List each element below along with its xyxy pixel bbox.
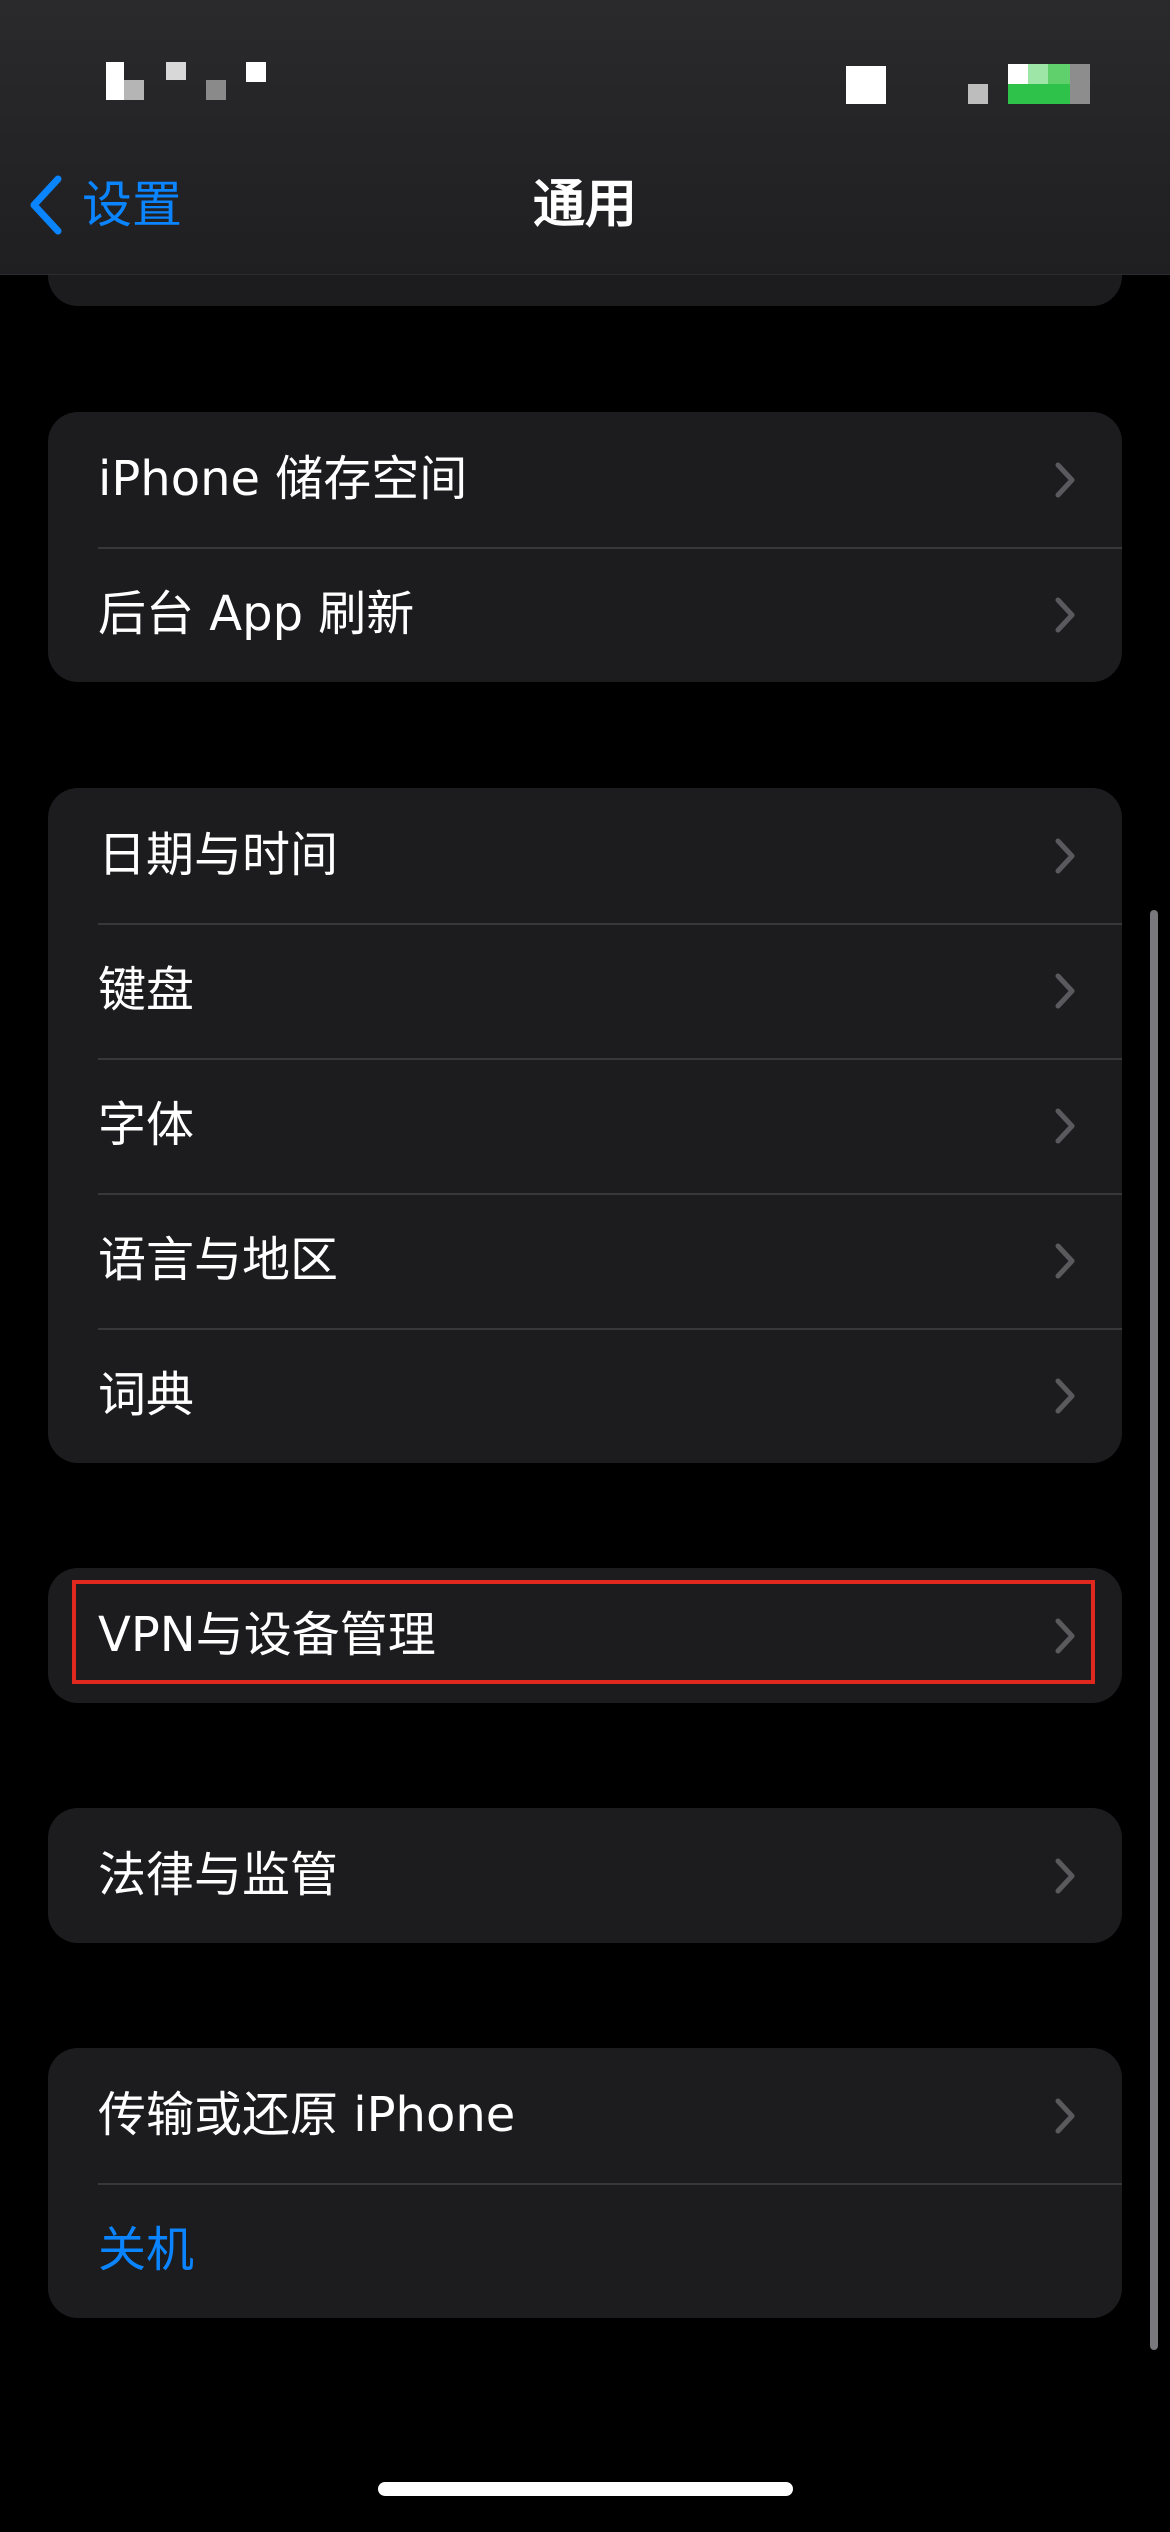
status-bar xyxy=(0,0,1170,150)
chevron-right-icon xyxy=(1055,2098,1075,2133)
chevron-right-icon xyxy=(1055,838,1075,873)
status-time-redacted xyxy=(206,80,226,100)
chevron-right-icon xyxy=(1055,1858,1075,1893)
row-label: 键盘 xyxy=(98,962,195,1018)
row-label: 字体 xyxy=(98,1097,195,1153)
chevron-right-icon xyxy=(1055,462,1075,497)
settings-group-reset: 传输或还原 iPhone 关机 xyxy=(48,2048,1122,2318)
navigation-bar: 设置 通用 xyxy=(0,0,1170,275)
status-time-redacted xyxy=(166,62,186,80)
row-transfer-reset-iphone[interactable]: 传输或还原 iPhone xyxy=(48,2048,1122,2183)
settings-group-legal: 法律与监管 xyxy=(48,1808,1122,1943)
row-label: iPhone 储存空间 xyxy=(98,451,468,507)
status-time-redacted xyxy=(124,80,144,100)
chevron-right-icon xyxy=(1055,597,1075,632)
settings-group-storage: iPhone 储存空间 后台 App 刷新 xyxy=(48,412,1122,682)
row-label: 法律与监管 xyxy=(98,1847,339,1903)
row-label: 关机 xyxy=(98,2222,195,2278)
row-date-time[interactable]: 日期与时间 xyxy=(48,788,1122,923)
chevron-right-icon xyxy=(1055,1378,1075,1413)
row-label: 日期与时间 xyxy=(98,827,339,883)
shut-down-button[interactable]: 关机 xyxy=(48,2183,1122,2318)
battery-icon xyxy=(1008,64,1090,104)
status-time-redacted xyxy=(106,62,124,100)
status-indicator-redacted xyxy=(846,66,886,104)
row-label: 后台 App 刷新 xyxy=(98,586,415,642)
chevron-right-icon xyxy=(1055,1243,1075,1278)
settings-group-vpn: VPN与设备管理 xyxy=(48,1568,1122,1703)
chevron-right-icon xyxy=(1055,1108,1075,1143)
settings-group-locale: 日期与时间 键盘 字体 语言与地区 词典 xyxy=(48,788,1122,1463)
row-label: 传输或还原 iPhone xyxy=(98,2087,516,2143)
row-vpn-device-management[interactable]: VPN与设备管理 xyxy=(48,1568,1122,1703)
chevron-right-icon xyxy=(1055,1618,1075,1653)
row-dictionary[interactable]: 词典 xyxy=(48,1328,1122,1463)
row-background-app-refresh[interactable]: 后台 App 刷新 xyxy=(48,547,1122,682)
scrollbar[interactable] xyxy=(1150,910,1158,2350)
row-label: 词典 xyxy=(98,1367,195,1423)
row-legal-regulatory[interactable]: 法律与监管 xyxy=(48,1808,1122,1943)
row-label: 语言与地区 xyxy=(98,1232,339,1288)
status-time-redacted xyxy=(246,62,266,82)
chevron-right-icon xyxy=(1055,973,1075,1008)
row-language-region[interactable]: 语言与地区 xyxy=(48,1193,1122,1328)
row-label: VPN与设备管理 xyxy=(98,1607,436,1663)
status-indicator-redacted xyxy=(968,84,988,104)
row-iphone-storage[interactable]: iPhone 储存空间 xyxy=(48,412,1122,547)
page-title: 通用 xyxy=(532,175,637,235)
home-indicator[interactable] xyxy=(378,2482,793,2496)
row-fonts[interactable]: 字体 xyxy=(48,1058,1122,1193)
row-keyboard[interactable]: 键盘 xyxy=(48,923,1122,1058)
